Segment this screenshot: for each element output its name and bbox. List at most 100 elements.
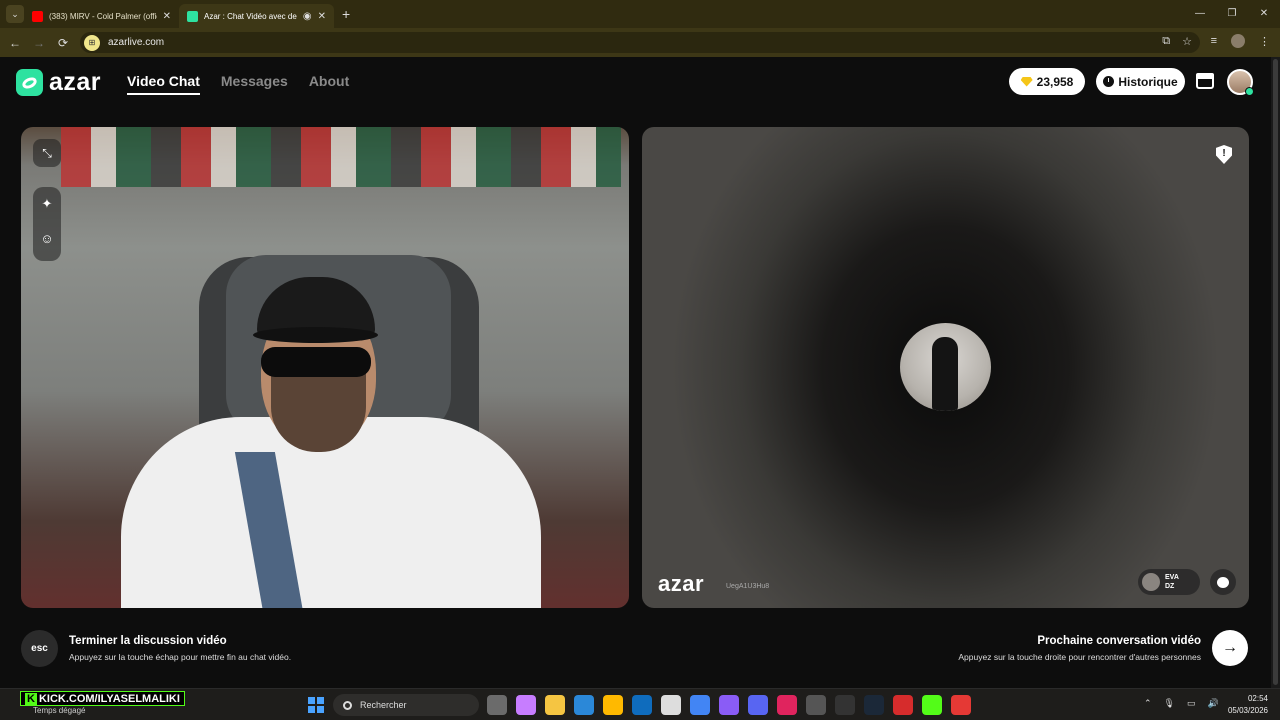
online-status-dot <box>1245 87 1254 96</box>
taskbar-app-icon[interactable] <box>893 695 913 715</box>
nav-video-chat[interactable]: Video Chat <box>127 73 200 95</box>
clock-time: 02:54 <box>1247 694 1268 703</box>
close-tab-icon[interactable]: ✕ <box>318 11 326 22</box>
gems-balance-button[interactable]: 23,958 <box>1009 68 1085 95</box>
peer-name: EVA <box>1165 574 1179 581</box>
close-window-button[interactable]: ✕ <box>1248 0 1280 28</box>
bookmark-star-icon[interactable]: ☆ <box>1182 35 1192 48</box>
logo-text: azar <box>49 68 102 96</box>
microphone-icon[interactable]: 🎙 <box>1164 698 1175 709</box>
network-icon[interactable]: ▭ <box>1187 698 1196 709</box>
peer-info-card[interactable]: EVA DZ <box>1138 569 1200 595</box>
azar-favicon-icon <box>187 10 198 22</box>
cap-brim <box>253 327 378 343</box>
effects-toolbar: ✦ ☺ <box>33 187 61 261</box>
youtube-icon <box>32 10 43 22</box>
tab-title: Azar : Chat Vidéo avec de n <box>204 11 297 21</box>
minimize-button[interactable]: — <box>1184 0 1216 28</box>
reading-list-icon[interactable]: ≡ <box>1211 35 1217 47</box>
main-nav: Video Chat Messages About <box>127 73 349 95</box>
sunglasses <box>261 347 371 377</box>
address-bar[interactable]: ⊞ azarlive.com ⧉ ☆ <box>80 32 1200 53</box>
browser-tab-youtube[interactable]: (383) MIRV - Cold Palmer (offic ✕ <box>24 4 179 28</box>
end-chat-subtitle: Appuyez sur la touche échap pour mettre … <box>69 652 292 662</box>
window-controls: — ❐ ✕ <box>1184 0 1280 28</box>
gem-icon <box>1020 76 1033 87</box>
recording-icon: ◉ <box>302 10 312 22</box>
taskbar-search[interactable]: Rechercher <box>333 694 479 716</box>
taskbar-app-icon[interactable] <box>835 695 855 715</box>
peer-profile-picture <box>900 323 991 411</box>
taskbar-app-icon[interactable] <box>690 695 710 715</box>
next-arrow-button[interactable]: → <box>1212 630 1248 666</box>
taskbar-app-icon[interactable] <box>632 695 652 715</box>
background-jerseys <box>61 127 621 187</box>
browser-tab-azar[interactable]: Azar : Chat Vidéo avec de n ◉ ✕ <box>179 4 334 28</box>
azar-logo[interactable]: azar <box>16 68 101 97</box>
end-chat-title: Terminer la discussion vidéo <box>69 635 227 647</box>
search-icon <box>343 700 352 710</box>
taskbar-app-icon[interactable] <box>661 695 681 715</box>
reload-button[interactable]: ⟳ <box>51 36 75 50</box>
taskbar-apps <box>487 695 971 715</box>
volume-icon[interactable]: 🔊 <box>1208 698 1219 709</box>
next-chat-subtitle: Appuyez sur la touche droite pour rencon… <box>958 652 1201 662</box>
report-shield-icon[interactable]: ! <box>1216 145 1232 164</box>
browser-tab-strip: ⌄ (383) MIRV - Cold Palmer (offic ✕ Azar… <box>0 0 1280 28</box>
taskbar-app-icon[interactable] <box>603 695 623 715</box>
url-text: azarlive.com <box>108 37 165 48</box>
local-video: ⤡ ✦ ☺ <box>21 127 629 608</box>
esc-button[interactable]: esc <box>21 630 58 667</box>
site-info-icon[interactable]: ⊞ <box>84 34 100 51</box>
taskbar-app-icon[interactable] <box>777 695 797 715</box>
collapse-video-icon[interactable]: ⤡ <box>33 139 61 167</box>
taskbar-app-icon[interactable] <box>574 695 594 715</box>
nav-about[interactable]: About <box>309 73 349 95</box>
user-avatar[interactable] <box>1227 69 1254 96</box>
next-chat-title: Prochaine conversation vidéo <box>1037 635 1201 647</box>
taskbar-app-icon[interactable] <box>487 695 507 715</box>
watermark-id: UegA1U3Hu8 <box>726 583 770 590</box>
page-scrollbar[interactable] <box>1271 57 1280 688</box>
chat-bubble-icon[interactable] <box>1210 569 1236 595</box>
taskbar-app-icon[interactable] <box>951 695 971 715</box>
maximize-button[interactable]: ❐ <box>1216 0 1248 28</box>
gems-count: 23,958 <box>1036 74 1074 89</box>
tab-title: (383) MIRV - Cold Palmer (offic <box>49 11 157 21</box>
tab-search-button[interactable]: ⌄ <box>6 5 24 23</box>
browser-menu-icon[interactable]: ⋮ <box>1259 35 1270 48</box>
weather-widget[interactable]: Temps dégagé <box>33 706 85 715</box>
taskbar-app-icon[interactable] <box>516 695 536 715</box>
taskbar-app-icon[interactable] <box>864 695 884 715</box>
taskbar-app-icon[interactable] <box>748 695 768 715</box>
profile-avatar[interactable] <box>1231 34 1245 48</box>
history-button[interactable]: Historique <box>1096 68 1185 95</box>
new-tab-button[interactable]: + <box>342 6 350 22</box>
peer-avatar <box>1142 573 1160 591</box>
history-label: Historique <box>1118 74 1178 89</box>
taskbar-app-icon[interactable] <box>806 695 826 715</box>
clock-icon <box>1103 76 1115 87</box>
store-icon[interactable] <box>1196 73 1214 89</box>
taskbar-app-icon[interactable] <box>922 695 942 715</box>
scrollbar-thumb[interactable] <box>1273 59 1278 685</box>
close-tab-icon[interactable]: ✕ <box>163 11 171 22</box>
stream-overlay: K KICK.COM/ILYASELMALIKI <box>20 691 185 706</box>
taskbar-clock[interactable]: 02:54 05/03/2026 <box>1228 693 1268 717</box>
peer-country: DZ <box>1165 583 1175 590</box>
install-app-icon[interactable]: ⧉ <box>1162 35 1170 48</box>
magic-wand-icon[interactable]: ✦ <box>33 187 61 221</box>
nav-messages[interactable]: Messages <box>221 73 288 95</box>
back-button[interactable]: ← <box>3 36 27 50</box>
system-tray: ⌃ 🎙 ▭ 🔊 <box>1144 698 1219 709</box>
windows-start-icon[interactable] <box>308 697 324 713</box>
windows-taskbar: K KICK.COM/ILYASELMALIKI Temps dégagé Re… <box>0 688 1280 720</box>
overlay-text: KICK.COM/ILYASELMALIKI <box>38 692 180 705</box>
tray-overflow-icon[interactable]: ⌃ <box>1144 698 1152 709</box>
taskbar-app-icon[interactable] <box>545 695 565 715</box>
forward-button[interactable]: → <box>27 36 51 50</box>
taskbar-app-icon[interactable] <box>719 695 739 715</box>
search-placeholder: Rechercher <box>360 700 407 710</box>
address-toolbar: ← → ⟳ ⊞ azarlive.com ⧉ ☆ ≡ ⋮ <box>0 28 1280 57</box>
face-filter-icon[interactable]: ☺ <box>33 221 61 255</box>
